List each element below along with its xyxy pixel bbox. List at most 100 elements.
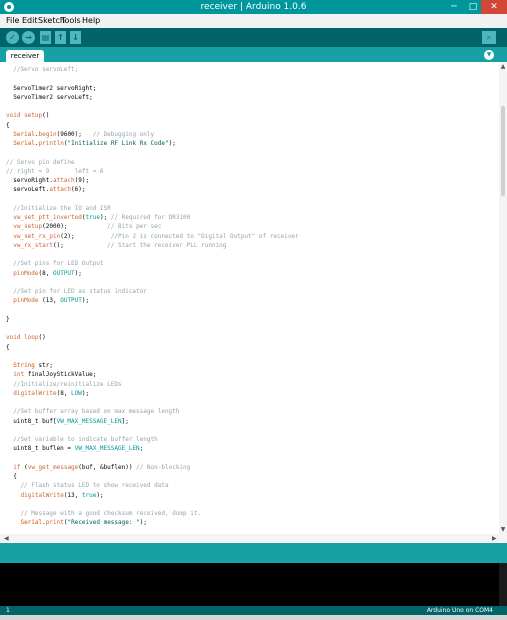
horizontal-scrollbar[interactable]: ◀ ▶ bbox=[0, 534, 507, 543]
code-line[interactable] bbox=[6, 74, 499, 83]
code-token: uint8_t buflen = bbox=[6, 445, 75, 453]
code-line[interactable]: void loop() bbox=[6, 333, 499, 342]
code-line[interactable]: vw_set_ptt_inverted(true); // Required f… bbox=[6, 213, 499, 222]
scroll-left-icon[interactable]: ◀ bbox=[4, 534, 9, 543]
code-token: // Flash status LED to show received dat… bbox=[6, 482, 169, 490]
code-line[interactable]: { bbox=[6, 343, 499, 352]
verify-button[interactable]: ✓ bbox=[6, 31, 19, 44]
scroll-right-icon[interactable]: ▶ bbox=[492, 534, 497, 543]
code-token: OUTPUT bbox=[60, 297, 82, 305]
code-line[interactable]: //Set buffer array based on max message … bbox=[6, 407, 499, 416]
code-line[interactable] bbox=[6, 398, 499, 407]
tab-menu-button[interactable]: ▼ bbox=[484, 50, 494, 60]
tab-receiver[interactable]: receiver bbox=[6, 50, 44, 62]
code-token: ; bbox=[139, 445, 144, 453]
code-line[interactable] bbox=[6, 250, 499, 259]
code-line[interactable]: vw_setup(2000); // Bits per sec bbox=[6, 222, 499, 231]
code-token: println bbox=[38, 140, 64, 147]
menu-tools[interactable]: Tools bbox=[61, 14, 81, 28]
code-token: (); bbox=[52, 241, 108, 249]
code-line[interactable]: pinMode (13, OUTPUT); bbox=[6, 296, 499, 305]
code-line[interactable]: // Message with a good checksum received… bbox=[6, 509, 499, 518]
code-line[interactable]: // Flash status LED to show received dat… bbox=[6, 481, 499, 490]
serial-monitor-button[interactable]: ⌕ bbox=[482, 31, 496, 44]
code-token: "Received message: " bbox=[67, 519, 140, 527]
code-line[interactable]: Serial.print("Received message: "); bbox=[6, 518, 499, 527]
minimize-button[interactable]: ─ bbox=[445, 0, 463, 14]
code-line[interactable] bbox=[6, 352, 499, 361]
code-line[interactable]: //Set pins for LED Output bbox=[6, 259, 499, 268]
code-line[interactable]: { bbox=[6, 121, 499, 130]
code-line[interactable] bbox=[6, 500, 499, 509]
code-line[interactable]: int finalJoyStickValue; bbox=[6, 370, 499, 379]
code-token: Serial bbox=[13, 140, 35, 147]
scroll-down-icon[interactable]: ▼ bbox=[499, 525, 507, 534]
code-line[interactable]: digitalWrite(13, true); bbox=[6, 491, 499, 500]
code-line[interactable]: //Initialize/reinitialize LEDs bbox=[6, 380, 499, 389]
menu-bar: File Edit Sketch Tools Help bbox=[0, 14, 507, 28]
open-sketch-button[interactable]: ↑ bbox=[55, 31, 66, 44]
code-token: vw_set_rx_pin bbox=[13, 232, 61, 240]
code-line[interactable]: void setup() bbox=[6, 111, 499, 120]
code-line[interactable]: //Initialize the IO and ISR bbox=[6, 204, 499, 213]
code-line[interactable] bbox=[6, 148, 499, 157]
code-line[interactable]: //Set variable to indicate buffer length bbox=[6, 435, 499, 444]
code-line[interactable]: vw_set_rx_pin(2); //Pin 2 is connected t… bbox=[6, 232, 499, 241]
code-line[interactable]: String str; bbox=[6, 361, 499, 370]
code-line[interactable]: servoLeft.attach(6); bbox=[6, 185, 499, 194]
menu-file[interactable]: File bbox=[6, 14, 19, 28]
code-token: //Set pin for LED as status indicator bbox=[6, 288, 147, 295]
code-line[interactable] bbox=[6, 195, 499, 204]
code-token: ); bbox=[81, 297, 90, 305]
code-line[interactable]: ServoTimer2 servoLeft; bbox=[6, 93, 499, 102]
menu-help[interactable]: Help bbox=[82, 14, 100, 28]
code-line[interactable]: uint8_t buf[VW_MAX_MESSAGE_LEN]; bbox=[6, 417, 499, 426]
code-line[interactable]: { bbox=[6, 472, 499, 481]
code-line[interactable] bbox=[6, 306, 499, 315]
new-sketch-button[interactable]: ▤ bbox=[40, 31, 51, 44]
code-token: // Servo pin define bbox=[6, 158, 75, 166]
menu-edit[interactable]: Edit bbox=[22, 14, 38, 28]
code-line[interactable]: //Servo servoLeft; bbox=[6, 65, 499, 74]
code-editor[interactable]: //Servo servoLeft; ServoTimer2 servoRigh… bbox=[0, 62, 499, 534]
code-token: //Set pins for LED Output bbox=[6, 260, 104, 268]
code-line[interactable] bbox=[6, 454, 499, 463]
code-line[interactable]: if (vw_get_message(buf, &buflen)) // Non… bbox=[6, 463, 499, 472]
vertical-scrollbar[interactable]: ▲ ▼ bbox=[499, 62, 507, 534]
code-line[interactable] bbox=[6, 278, 499, 287]
scroll-up-icon[interactable]: ▲ bbox=[499, 62, 507, 71]
code-line[interactable]: //Set pin for LED as status indicator bbox=[6, 287, 499, 296]
code-text[interactable]: //Servo servoLeft; ServoTimer2 servoRigh… bbox=[0, 62, 499, 528]
code-token: ); bbox=[139, 519, 147, 527]
code-line[interactable]: pinMode(8, OUTPUT); bbox=[6, 269, 499, 278]
code-token: servoLeft. bbox=[6, 186, 50, 194]
code-line[interactable] bbox=[6, 102, 499, 111]
code-token: finalJoyStickValue; bbox=[24, 371, 97, 379]
close-button[interactable]: ✕ bbox=[481, 0, 507, 14]
code-line[interactable]: // right = 9 left = 6 bbox=[6, 167, 499, 176]
code-line[interactable] bbox=[6, 426, 499, 435]
code-line[interactable]: ServoTimer2 servoRight; bbox=[6, 84, 499, 93]
code-token: //Pin 2 is connected to "Digital Output"… bbox=[110, 232, 299, 240]
code-line[interactable]: Serial.begin(9600); // Debugging only bbox=[6, 130, 499, 139]
vertical-scroll-thumb[interactable] bbox=[501, 106, 505, 196]
code-line[interactable]: Serial.println("Initialize RF Link Rx Co… bbox=[6, 139, 499, 148]
code-line[interactable]: uint8_t buflen = VW_MAX_MESSAGE_LEN; bbox=[6, 444, 499, 453]
console-output[interactable] bbox=[0, 563, 507, 606]
code-line[interactable] bbox=[6, 324, 499, 333]
save-sketch-button[interactable]: ↓ bbox=[70, 31, 81, 44]
code-line[interactable]: servoRight.attach(9); bbox=[6, 176, 499, 185]
code-token: // Non-blocking bbox=[136, 463, 191, 471]
code-token: digitalWrite bbox=[13, 389, 57, 397]
code-token: vw_get_message bbox=[27, 463, 79, 471]
code-token: // Start the receiver PLL running bbox=[107, 241, 227, 249]
maximize-button[interactable]: □ bbox=[464, 0, 482, 14]
code-line[interactable]: digitalWrite(8, LOW); bbox=[6, 389, 499, 398]
code-token: VW_MAX_MESSAGE_LEN bbox=[74, 445, 140, 453]
upload-button[interactable]: → bbox=[22, 31, 35, 44]
console-scrollbar[interactable] bbox=[499, 563, 507, 606]
code-line[interactable]: vw_rx_start(); // Start the receiver PLL… bbox=[6, 241, 499, 250]
code-line[interactable]: } bbox=[6, 315, 499, 324]
code-line[interactable]: // Servo pin define bbox=[6, 158, 499, 167]
